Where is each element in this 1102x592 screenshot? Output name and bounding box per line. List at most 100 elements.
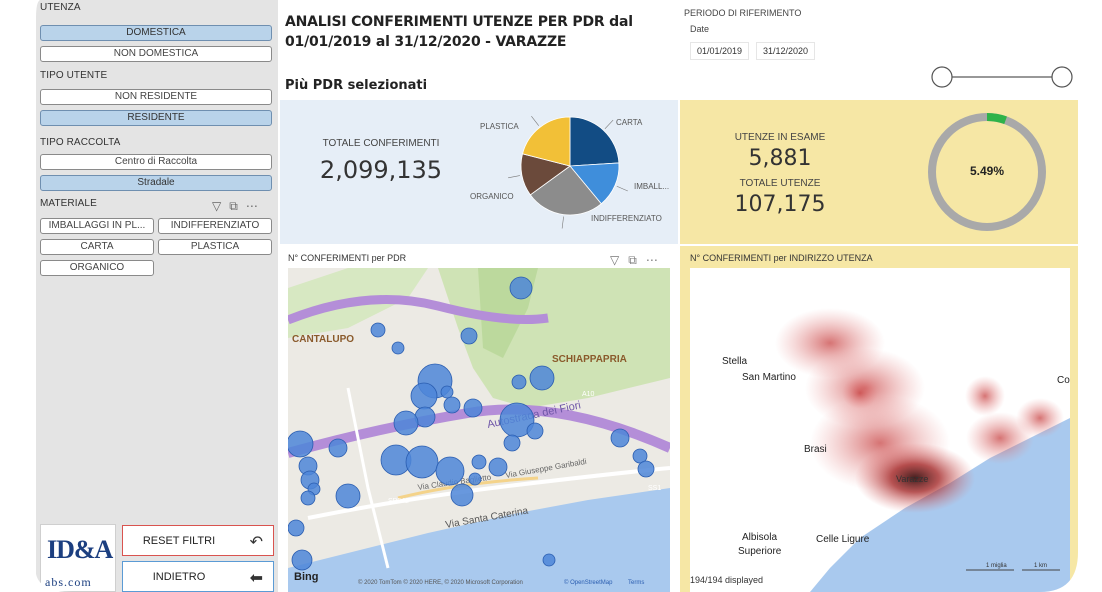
pdr-bubble[interactable] (529, 365, 555, 391)
pie-label-organico: ORGANICO (470, 192, 514, 201)
pdr-bubble[interactable] (291, 549, 313, 571)
gauge-fill (986, 113, 1007, 125)
filter-stradale[interactable]: Stradale (40, 175, 272, 191)
terms-link[interactable]: Terms (628, 580, 644, 586)
pdr-bubble[interactable] (511, 374, 527, 390)
pie-leader-line (531, 116, 539, 126)
place-san-martino: San Martino (742, 372, 796, 383)
pdr-bubble[interactable] (443, 396, 461, 414)
filter-indifferenziato[interactable]: INDIFFERENZIATO (158, 218, 272, 234)
pdr-bubble[interactable] (300, 490, 316, 506)
pdr-bubble[interactable] (435, 456, 465, 486)
pie-slice-carta[interactable] (569, 116, 620, 167)
pdr-bubble[interactable] (488, 457, 508, 477)
pie-label-imball: IMBALL... (634, 182, 670, 191)
pie-leader-line (561, 216, 564, 229)
page-title: ANALISI CONFERIMENTI UTENZE PER PDR dal … (285, 14, 633, 50)
back-button[interactable]: INDIETRO ⬅ (122, 561, 274, 592)
place-celle-ligure: Celle Ligure (816, 534, 870, 545)
slider-end-handle[interactable] (1051, 66, 1073, 88)
pie-leader-line (508, 175, 520, 179)
report-page: UTENZA DOMESTICA NON DOMESTICA TIPO UTEN… (0, 0, 1102, 592)
more-options-icon[interactable]: ⋯ (646, 253, 658, 268)
filter-non-residente[interactable]: NON RESIDENTE (40, 89, 272, 105)
undo-icon: ↶ (249, 534, 263, 551)
logo-sub: abs.com (45, 575, 92, 589)
filter-organico[interactable]: ORGANICO (40, 260, 154, 276)
filter-plastica[interactable]: PLASTICA (158, 239, 272, 255)
filter-imballaggi[interactable]: IMBALLAGGI IN PL... (40, 218, 154, 234)
filter-icon[interactable]: ▽ (212, 199, 221, 214)
pdr-map-svg: CANTALUPO SCHIAPPAPRIA Autostrada dei Fi… (288, 268, 670, 592)
pdr-bubble[interactable] (463, 398, 483, 418)
utenze-esame-label: UTENZE IN ESAME (734, 132, 826, 143)
pdr-bubble[interactable] (410, 382, 438, 410)
pie-label-plastica: PLASTICA (480, 122, 519, 131)
displayed-count: 194/194 displayed (690, 575, 763, 585)
slider-start-handle[interactable] (931, 66, 953, 88)
more-options-icon[interactable]: ⋯ (246, 199, 258, 214)
start-date-field[interactable]: 01/01/2019 (690, 42, 750, 60)
heat-blob (1016, 398, 1064, 438)
filter-non-domestica[interactable]: NON DOMESTICA (40, 46, 272, 62)
end-date-field[interactable]: 31/12/2020 (756, 42, 816, 60)
pdr-bubble[interactable] (393, 410, 419, 436)
reset-filters-button[interactable]: RESET FILTRI ↶ (122, 525, 274, 556)
pdr-bubble[interactable] (468, 472, 482, 486)
gauge-value: 5.49% (969, 164, 1005, 178)
filter-carta[interactable]: CARTA (40, 239, 154, 255)
date-label: Date (690, 24, 710, 34)
heat-blob (965, 376, 1005, 416)
filter-centro-raccolta[interactable]: Centro di Raccolta (40, 154, 272, 170)
pdr-bubble[interactable] (335, 483, 361, 509)
pdr-bubble[interactable] (328, 438, 348, 458)
pdr-bubble[interactable] (509, 276, 533, 300)
pdr-bubble[interactable] (405, 445, 439, 479)
map1-title: N° CONFERIMENTI per PDR (288, 253, 407, 263)
pdr-bubble[interactable] (542, 553, 556, 567)
page-subtitle: Più PDR selezionati (285, 78, 428, 93)
place-varazze: Varazze (896, 474, 928, 484)
pdr-bubble[interactable] (440, 385, 454, 399)
utenze-esame-value: 5,881 (748, 146, 812, 171)
place-superiore: Superiore (738, 546, 782, 557)
pdr-bubble[interactable] (637, 460, 655, 478)
pie-label-carta: CARTA (616, 118, 643, 127)
utenza-label: UTENZA (40, 2, 81, 13)
place-albisola: Albisola (742, 532, 777, 543)
focus-mode-icon[interactable]: ⧉ (229, 199, 238, 214)
back-arrow-icon: ⬅ (249, 570, 263, 587)
filter-domestica[interactable]: DOMESTICA (40, 25, 272, 41)
map-label-schiappapria: SCHIAPPAPRIA (552, 354, 627, 365)
osm-link[interactable]: © OpenStreetMap (564, 579, 613, 586)
heat-map[interactable]: Stella San Martino Brasi Albisola Superi… (690, 268, 1070, 592)
pdr-bubble[interactable] (471, 454, 487, 470)
company-logo: ID&A abs.com (40, 524, 116, 592)
filter-icon[interactable]: ▽ (610, 253, 619, 268)
map1-copyright: © 2020 TomTom © 2020 HERE, © 2020 Micros… (358, 579, 523, 586)
filter-panel: UTENZA DOMESTICA NON DOMESTICA TIPO UTEN… (0, 0, 278, 592)
pdr-bubble[interactable] (610, 428, 630, 448)
place-co: Co (1057, 375, 1070, 386)
back-label: INDIETRO (152, 571, 206, 583)
pdr-bubble[interactable] (288, 430, 314, 458)
heat-blob (842, 377, 878, 409)
pdr-bubble[interactable] (526, 422, 544, 440)
pdr-bubble[interactable] (391, 341, 405, 355)
totale-utenze-value: 107,175 (734, 192, 826, 217)
pdr-bubble[interactable] (288, 519, 305, 537)
pdr-bubble-map[interactable]: CANTALUPO SCHIAPPAPRIA Autostrada dei Fi… (288, 268, 670, 592)
pdr-bubble[interactable] (460, 327, 478, 345)
reset-filters-label: RESET FILTRI (142, 535, 216, 547)
pdr-bubble[interactable] (370, 322, 386, 338)
filter-residente[interactable]: RESIDENTE (40, 110, 272, 126)
map1-header-icons: ▽ ⧉ ⋯ (610, 253, 658, 268)
pdr-bubble[interactable] (503, 434, 521, 452)
pie-leader-line (616, 185, 628, 192)
totale-utenze-label: TOTALE UTENZE (739, 178, 821, 189)
pdr-bubble[interactable] (450, 483, 474, 507)
map-label-ss1: SS1 (648, 485, 661, 492)
heat-map-svg: Stella San Martino Brasi Albisola Superi… (690, 268, 1070, 592)
materiale-label: MATERIALE (40, 198, 97, 209)
focus-mode-icon[interactable]: ⧉ (628, 253, 637, 268)
